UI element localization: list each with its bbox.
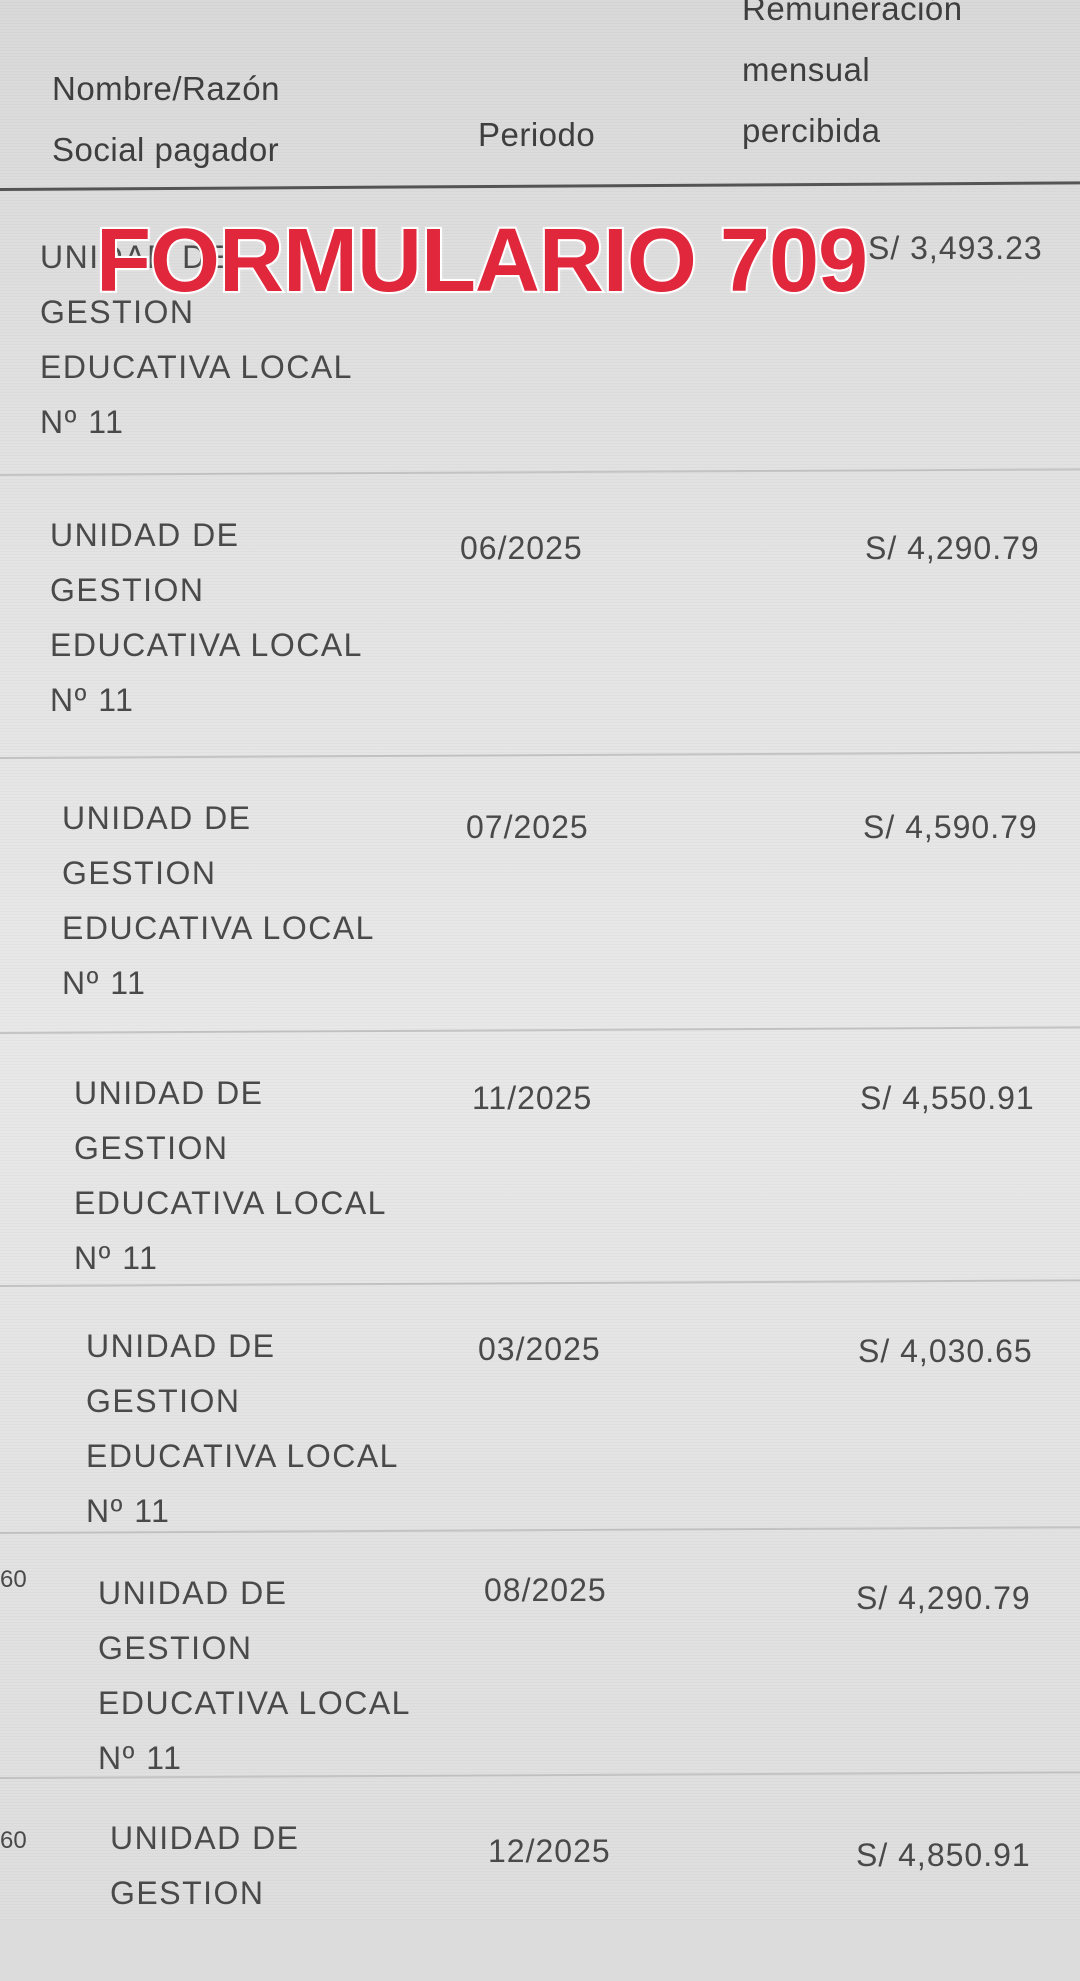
table-row: UNIDAD DE GESTION EDUCATIVA LOCAL Nº 11 06/2… — [0, 478, 1080, 761]
period-cell: 03/2025 — [478, 1331, 601, 1367]
remuneration-cell: S/ 4,590.79 — [863, 809, 1038, 845]
table-row: UNIDAD DE GESTION 12/2025 S/ 4,850.91 60 — [0, 1781, 1080, 1981]
payer-name-line: EDUCATIVA LOCAL — [98, 1685, 411, 1721]
row-divider — [0, 1026, 1080, 1034]
payer-name-line: GESTION — [74, 1130, 229, 1166]
payer-name-line: EDUCATIVA LOCAL — [74, 1185, 387, 1221]
payer-name-line: UNIDAD DE — [50, 517, 240, 553]
clipped-edge-value: 60 — [0, 1827, 27, 1854]
remuneration-cell: S/ 4,290.79 — [865, 530, 1040, 566]
payer-name-line: EDUCATIVA LOCAL — [86, 1438, 399, 1474]
payer-name-cell: UNIDAD DE GESTION EDUCATIVA LOCAL Nº 11 — [74, 1066, 434, 1286]
payer-name-line: UNIDAD DE — [110, 1820, 300, 1856]
payer-name-line: EDUCATIVA LOCAL — [50, 627, 363, 663]
payer-name-line: Nº 11 — [62, 965, 147, 1001]
row-divider — [0, 751, 1080, 759]
period-cell: 06/2025 — [460, 530, 583, 566]
row-divider — [0, 468, 1080, 476]
period-cell: 12/2025 — [488, 1833, 611, 1869]
header-divider — [0, 181, 1080, 191]
payer-name-line: GESTION — [86, 1383, 241, 1419]
period-cell: 07/2025 — [466, 809, 589, 845]
payer-name-line: UNIDAD DE — [98, 1575, 288, 1611]
payer-name-line: GESTION — [62, 855, 217, 891]
table-header: Nombre/Razón Social pagador Periodo Remu… — [0, 0, 1080, 196]
clipped-edge-value: 60 — [0, 1566, 27, 1593]
payer-name-cell: UNIDAD DE GESTION EDUCATIVA LOCAL Nº 11 — [86, 1319, 446, 1539]
remuneration-cell: S/ 3,493.23 — [868, 230, 1043, 266]
remuneration-cell: S/ 4,030.65 — [858, 1333, 1033, 1369]
header-period: Periodo — [478, 116, 596, 153]
period-cell: 08/2025 — [484, 1572, 607, 1608]
payer-name-line: GESTION — [110, 1875, 265, 1911]
table-row: UNIDAD DE GESTION EDUCATIVA LOCAL Nº 11 03/2… — [0, 1289, 1080, 1536]
payer-name-line: UNIDAD DE — [74, 1075, 264, 1111]
period-cell: 11/2025 — [472, 1080, 593, 1116]
remuneration-cell: S/ 4,550.91 — [860, 1080, 1035, 1116]
payer-name-line: GESTION — [50, 572, 205, 608]
table-row: UNIDAD DE GESTION EDUCATIVA LOCAL Nº 11 07/2… — [0, 761, 1080, 1036]
overlay-title: FORMULARIO 709 — [94, 209, 870, 313]
payer-name-line: EDUCATIVA LOCAL — [62, 910, 375, 946]
payer-name-line: GESTION — [98, 1630, 253, 1666]
payer-name-line: EDUCATIVA LOCAL — [40, 349, 353, 385]
header-remuneration: Remuneración mensual percibida — [742, 0, 963, 149]
table-row: UNIDAD DE GESTION EDUCATIVA LOCAL Nº 11 11/2… — [0, 1036, 1080, 1289]
table-row: UNIDAD DE GESTION EDUCATIVA LOCAL Nº 11 08/2… — [0, 1536, 1080, 1781]
payer-name-line: UNIDAD DE — [86, 1328, 276, 1364]
payer-name-cell: UNIDAD DE GESTION EDUCATIVA LOCAL Nº 11 — [98, 1566, 458, 1786]
payer-name-line: Nº 11 — [40, 404, 125, 440]
payer-name-line: Nº 11 — [50, 682, 135, 718]
payer-name-cell: UNIDAD DE GESTION EDUCATIVA LOCAL Nº 11 — [50, 508, 410, 728]
header-name: Nombre/Razón Social pagador — [52, 70, 280, 168]
payer-name-line: Nº 11 — [74, 1240, 159, 1276]
photographed-screen: Nombre/Razón Social pagador Periodo Remu… — [0, 0, 1080, 1920]
remuneration-cell: S/ 4,850.91 — [856, 1837, 1031, 1873]
payer-name-cell: UNIDAD DE GESTION — [110, 1811, 470, 1921]
payer-name-line: UNIDAD DE — [62, 800, 252, 836]
remuneration-cell: S/ 4,290.79 — [856, 1580, 1031, 1616]
payer-name-cell: UNIDAD DE GESTION EDUCATIVA LOCAL Nº 11 — [62, 791, 422, 1011]
